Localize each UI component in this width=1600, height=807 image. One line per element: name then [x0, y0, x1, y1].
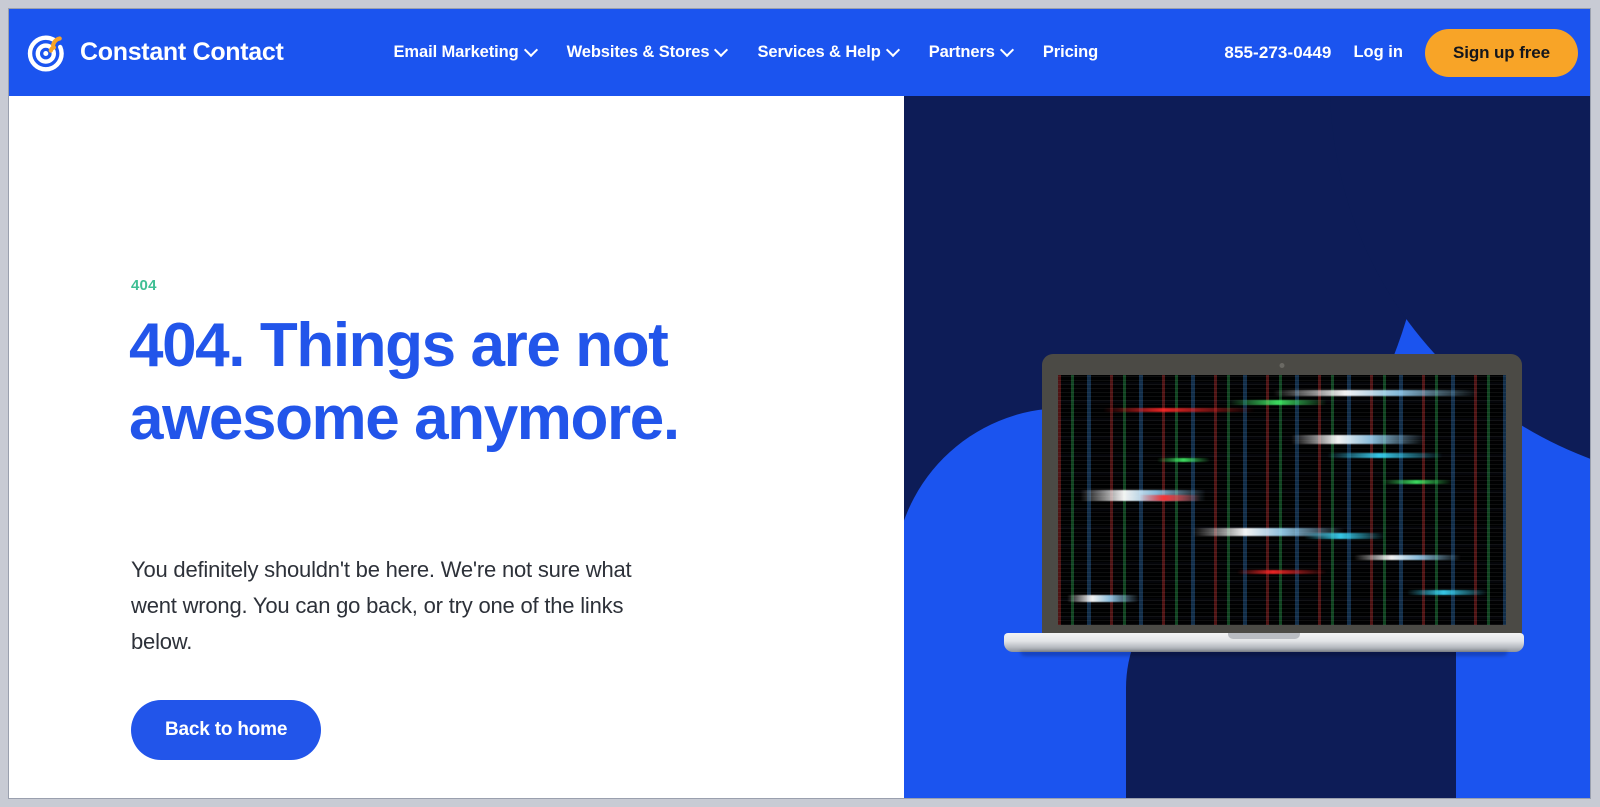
chevron-down-icon: [716, 45, 727, 56]
laptop-screen: [1058, 375, 1506, 625]
phone-number-link[interactable]: 855-273-0449: [1224, 43, 1331, 63]
nav-item-partners[interactable]: Partners: [929, 43, 1013, 62]
nav-item-label: Email Marketing: [393, 43, 519, 61]
primary-navigation: Email Marketing Websites & Stores Servic…: [394, 43, 1099, 62]
nav-item-label: Pricing: [1042, 43, 1099, 61]
nav-item-label: Services & Help: [757, 43, 881, 61]
brand-logo-link[interactable]: Constant Contact: [23, 30, 284, 76]
screenshot-page: Constant Contact Email Marketing Website…: [0, 0, 1600, 807]
header-actions: 855-273-0449 Log in Sign up free: [1224, 9, 1578, 96]
login-link[interactable]: Log in: [1353, 43, 1402, 62]
error-code-eyebrow: 404: [131, 277, 157, 294]
webcam-icon: [1279, 363, 1285, 368]
hero-artwork-panel: [904, 96, 1590, 798]
browser-viewport: Constant Contact Email Marketing Website…: [9, 9, 1590, 798]
laptop-base: [1004, 633, 1524, 656]
laptop-notch: [1228, 633, 1300, 639]
constant-contact-logo-icon: [23, 30, 69, 76]
laptop-shadow: [1020, 651, 1508, 656]
site-header: Constant Contact Email Marketing Website…: [9, 9, 1590, 96]
nav-item-label: Partners: [928, 43, 995, 61]
back-to-home-button[interactable]: Back to home: [131, 700, 322, 760]
nav-item-services-help[interactable]: Services & Help: [757, 43, 898, 62]
page-title: 404. Things are not awesome anymore.: [129, 311, 680, 453]
nav-item-label: Websites & Stores: [566, 43, 710, 61]
brand-name: Constant Contact: [80, 38, 284, 66]
glitch-streak-layer: [1058, 375, 1506, 625]
signup-free-button[interactable]: Sign up free: [1424, 28, 1578, 77]
nav-item-websites-stores[interactable]: Websites & Stores: [567, 43, 728, 62]
error-content-panel: 404 404. Things are not awesome anymore.…: [9, 96, 904, 798]
error-description: You definitely shouldn't be here. We're …: [131, 557, 632, 654]
chevron-down-icon: [888, 45, 899, 56]
nav-item-pricing[interactable]: Pricing: [1043, 43, 1098, 62]
nav-item-email-marketing[interactable]: Email Marketing: [394, 43, 537, 62]
chevron-down-icon: [526, 45, 537, 56]
laptop-lid: [1042, 354, 1522, 639]
laptop-illustration: [1004, 354, 1524, 656]
chevron-down-icon: [1002, 45, 1013, 56]
